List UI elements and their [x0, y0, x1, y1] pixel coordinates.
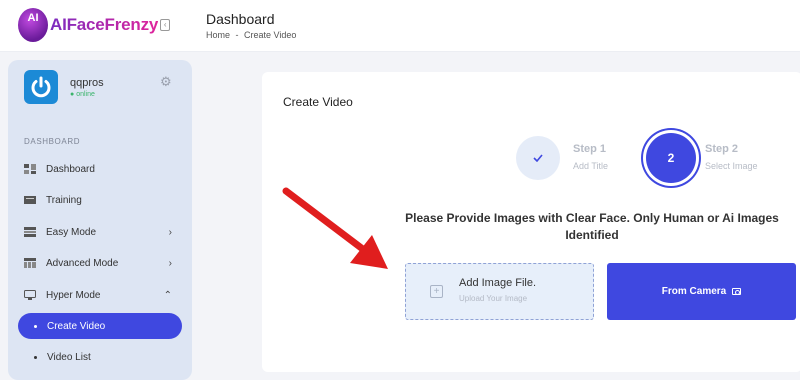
- from-camera-button[interactable]: From Camera: [607, 263, 796, 320]
- step-1-indicator: [516, 136, 560, 180]
- sidebar-item-label: Dashboard: [46, 163, 95, 175]
- user-status: ● online: [70, 90, 95, 98]
- username: qqpros: [70, 76, 104, 89]
- sidebar: qqpros ● online ⚙ DASHBOARD Dashboard Tr…: [8, 60, 192, 380]
- breadcrumb: Home - Create Video: [206, 30, 296, 40]
- camera-icon: [732, 288, 742, 295]
- chevron-up-icon: ⌃: [163, 289, 172, 301]
- sidebar-item-create-video[interactable]: Create Video: [18, 313, 182, 339]
- gear-icon[interactable]: ⚙: [160, 74, 172, 90]
- sidebar-item-dashboard[interactable]: Dashboard: [18, 157, 182, 181]
- user-status-label: online: [76, 90, 95, 98]
- sidebar-section-label: DASHBOARD: [24, 137, 81, 146]
- advanced-mode-icon: [24, 258, 36, 268]
- sidebar-item-hyper-mode[interactable]: Hyper Mode ⌃: [18, 283, 182, 307]
- brand-name: AIFaceFrenzy: [50, 15, 159, 34]
- step-2-title: Step 2: [705, 143, 739, 155]
- plus-icon: +: [430, 285, 443, 298]
- sidebar-item-video-list[interactable]: Video List: [18, 345, 182, 369]
- top-bar: AI AIFaceFrenzy ‹ Dashboard Home - Creat…: [0, 0, 800, 52]
- sidebar-item-label: Advanced Mode: [46, 257, 119, 269]
- brand-logo[interactable]: AI AIFaceFrenzy ‹: [18, 8, 171, 42]
- image-requirements-notice: Please Provide Images with Clear Face. O…: [405, 211, 779, 242]
- breadcrumb-separator: -: [235, 30, 239, 40]
- breadcrumb-home[interactable]: Home: [206, 30, 230, 40]
- easy-mode-icon: [24, 227, 36, 237]
- chevron-right-icon: ›: [168, 226, 172, 238]
- add-image-file-button[interactable]: + Add Image File. Upload Your Image: [405, 263, 594, 320]
- breadcrumb-current: Create Video: [244, 30, 297, 40]
- dashboard-icon: [24, 164, 36, 174]
- training-icon: [24, 196, 36, 204]
- bullet-icon: [34, 324, 37, 328]
- sidebar-item-easy-mode[interactable]: Easy Mode ›: [18, 220, 182, 244]
- upload-title: Add Image File.: [459, 277, 537, 289]
- page-title: Dashboard: [206, 11, 275, 27]
- card-title: Create Video: [283, 95, 353, 109]
- sidebar-item-label: Create Video: [47, 320, 106, 332]
- avatar: [24, 70, 58, 104]
- collapse-sidebar-icon[interactable]: ‹: [160, 19, 171, 31]
- step-1-subtitle: Add Title: [573, 161, 609, 171]
- camera-button-label: From Camera: [661, 286, 727, 297]
- power-icon: [31, 76, 51, 98]
- sidebar-item-training[interactable]: Training: [18, 188, 182, 212]
- step-1-title: Step 1: [573, 143, 607, 155]
- hyper-mode-icon: [24, 290, 36, 300]
- sidebar-item-label: Hyper Mode: [46, 289, 101, 301]
- annotation-arrow: [282, 187, 388, 269]
- chevron-right-icon: ›: [168, 257, 172, 269]
- upload-subtitle: Upload Your Image: [459, 294, 528, 303]
- step-2-indicator: 2: [646, 133, 696, 183]
- bullet-icon: [34, 355, 37, 359]
- sidebar-item-label: Video List: [47, 351, 91, 363]
- brand-badge: AI: [18, 8, 48, 42]
- sidebar-item-label: Easy Mode: [46, 226, 97, 238]
- user-profile[interactable]: qqpros ● online: [24, 70, 104, 104]
- sidebar-item-label: Training: [46, 194, 82, 206]
- step-2-subtitle: Select Image: [705, 161, 758, 171]
- sidebar-item-advanced-mode[interactable]: Advanced Mode ›: [18, 251, 182, 275]
- checkmark-icon: [533, 154, 543, 162]
